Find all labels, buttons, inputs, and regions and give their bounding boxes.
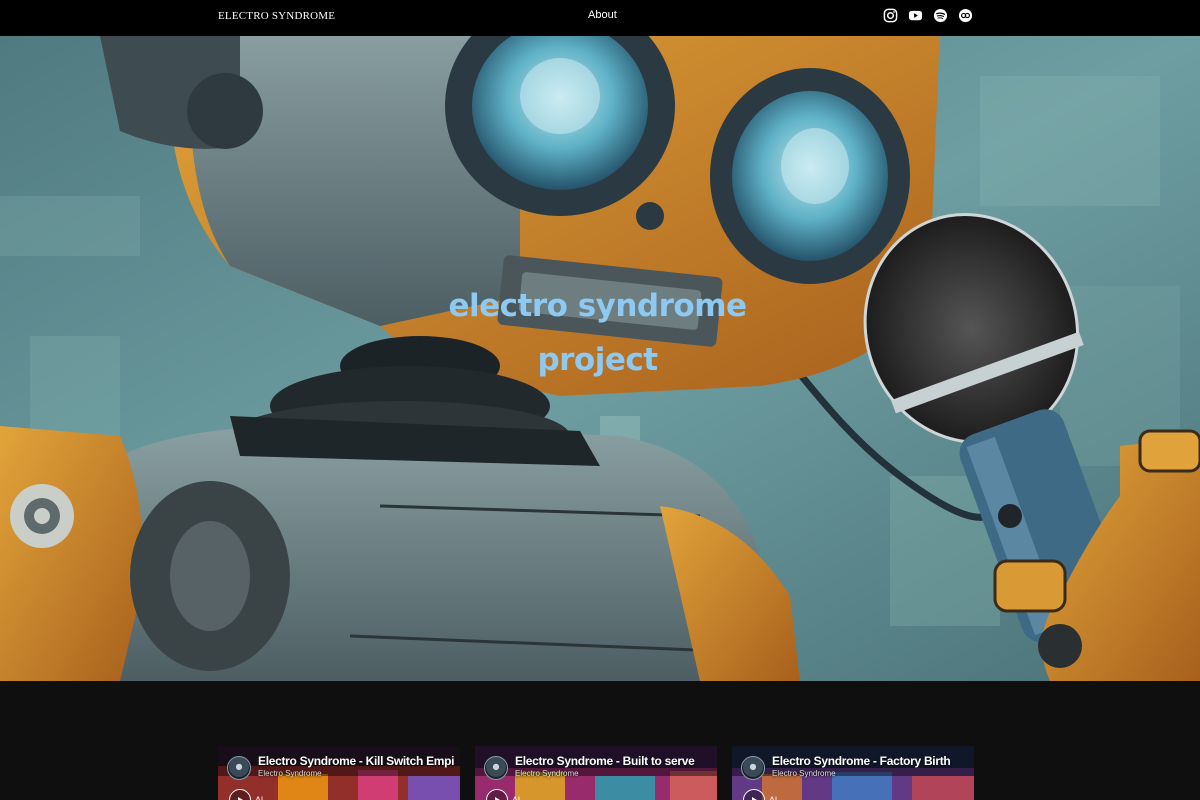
channel-avatar — [741, 756, 765, 780]
youtube-icon[interactable] — [908, 8, 923, 23]
site-header: ELECTRO SYNDROME About — [0, 0, 1200, 36]
nav-about-link[interactable]: About — [588, 9, 617, 21]
hero-title-line1: electro syndrome — [448, 288, 747, 324]
videos-section: Electro Syndrome - Kill Switch Empire El… — [0, 681, 1200, 800]
video-channel: Electro Syndrome — [772, 769, 836, 778]
video-title: Electro Syndrome - Factory Birth — [772, 754, 951, 768]
hero-title-line2: project — [537, 342, 658, 378]
video-card[interactable]: Electro Syndrome - Factory Birth Electro… — [732, 746, 974, 800]
video-title: Electro Syndrome - Kill Switch Empire — [258, 754, 454, 768]
site-logo[interactable]: ELECTRO SYNDROME — [218, 10, 335, 22]
spotify-icon[interactable] — [933, 8, 948, 23]
video-extra-label: Al — [512, 795, 521, 800]
instagram-icon[interactable] — [883, 8, 898, 23]
video-title: Electro Syndrome - Built to serve — [515, 754, 695, 768]
social-links — [883, 8, 973, 23]
channel-avatar — [484, 756, 508, 780]
cd-baby-icon[interactable] — [958, 8, 973, 23]
hero-banner: electro syndrome project — [0, 36, 1200, 681]
video-card[interactable]: Electro Syndrome - Kill Switch Empire El… — [218, 746, 460, 800]
video-extra-label: Al — [769, 795, 778, 800]
hero-title: electro syndrome project — [0, 279, 1195, 387]
video-card[interactable]: Electro Syndrome - Built to serve Electr… — [475, 746, 717, 800]
video-extra-label: Al — [255, 795, 264, 800]
video-channel: Electro Syndrome — [258, 769, 322, 778]
video-channel: Electro Syndrome — [515, 769, 579, 778]
channel-avatar — [227, 756, 251, 780]
